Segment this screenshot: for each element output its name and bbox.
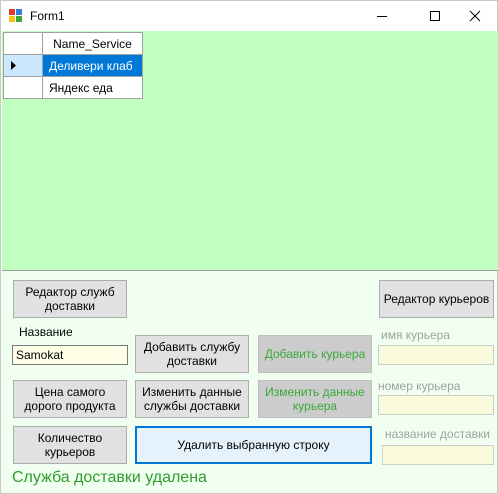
name-input[interactable] <box>12 345 128 365</box>
grid-corner-cell[interactable] <box>3 32 43 55</box>
main-window: Form1 Name_Service Деливери клаб Яндекс … <box>0 0 498 494</box>
grid-cell[interactable]: Яндекс еда <box>42 76 143 99</box>
title-bar[interactable]: Form1 <box>1 1 497 31</box>
name-label: Название <box>19 325 73 339</box>
couriers-editor-button[interactable]: Редактор курьеров <box>379 280 494 318</box>
edit-service-button[interactable]: Изменить данные службы доставки <box>135 380 249 418</box>
app-icon <box>9 9 23 23</box>
status-message: Служба доставки удалена <box>12 469 207 486</box>
services-editor-button[interactable]: Редактор служб доставки <box>13 280 127 318</box>
row-header-selected[interactable] <box>3 54 43 77</box>
close-icon <box>469 10 481 22</box>
table-row[interactable]: Деливери клаб <box>3 54 143 77</box>
courier-number-input[interactable] <box>378 395 494 415</box>
add-courier-button[interactable]: Добавить курьера <box>258 335 372 373</box>
delivery-name-input[interactable] <box>382 445 494 465</box>
courier-name-input[interactable] <box>378 345 494 365</box>
window-title: Form1 <box>30 9 65 23</box>
data-grid-table[interactable]: Name_Service Деливери клаб Яндекс еда <box>3 32 143 99</box>
courier-name-label: имя курьера <box>381 328 450 342</box>
row-pointer-icon <box>11 61 16 70</box>
grid-header-row: Name_Service <box>3 32 143 55</box>
minimize-icon <box>377 16 387 17</box>
edit-courier-button[interactable]: Изменить данные курьера <box>258 380 372 418</box>
delivery-name-label: название доставки <box>385 427 490 441</box>
most-expensive-product-button[interactable]: Цена самого дорого продукта <box>13 380 127 418</box>
table-row[interactable]: Яндекс еда <box>3 76 143 99</box>
add-service-button[interactable]: Добавить службу доставки <box>135 335 249 373</box>
maximize-icon <box>430 11 440 21</box>
couriers-count-button[interactable]: Количество курьеров <box>13 426 127 464</box>
minimize-button[interactable] <box>359 1 405 31</box>
grid-cell[interactable]: Деливери клаб <box>42 54 143 77</box>
services-grid[interactable]: Name_Service Деливери клаб Яндекс еда <box>2 31 498 271</box>
column-header-name-service[interactable]: Name_Service <box>42 32 143 55</box>
row-header[interactable] <box>3 76 43 99</box>
delete-row-button[interactable]: Удалить выбранную строку <box>135 426 372 464</box>
courier-number-label: номер курьера <box>378 379 461 393</box>
close-button[interactable] <box>452 1 498 31</box>
